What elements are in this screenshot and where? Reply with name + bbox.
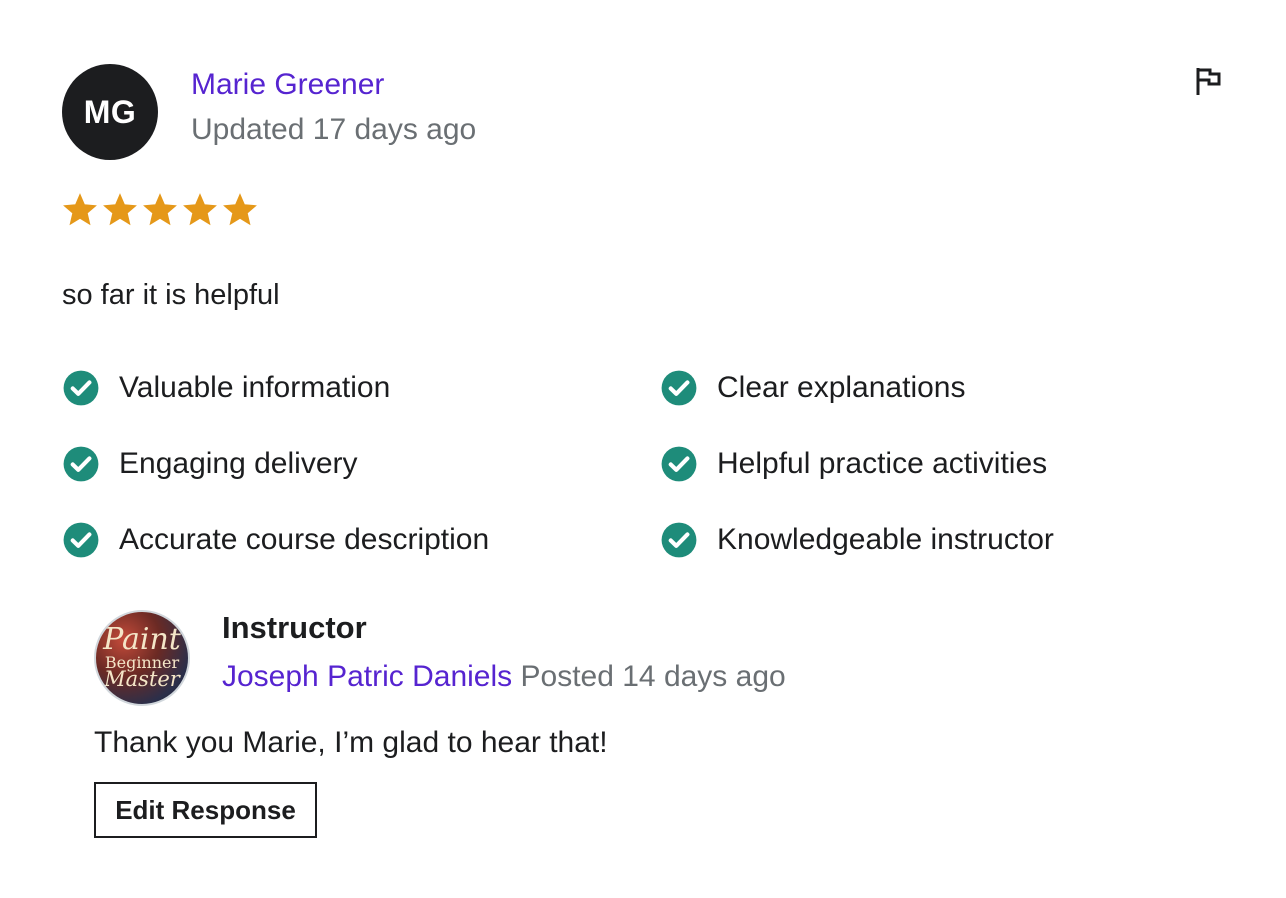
reviewer-name-link[interactable]: Marie Greener: [191, 68, 384, 102]
instructor-avatar: Paint Beginner Master: [94, 610, 190, 706]
responder-line: Joseph Patric Daniels Posted 14 days ago: [222, 660, 786, 694]
instructor-avatar-text-1: Paint: [103, 622, 181, 658]
star-rating: [62, 192, 258, 228]
flag-icon: [1196, 68, 1221, 95]
check-circle-icon: [63, 522, 99, 558]
review-tag: Helpful practice activities: [660, 442, 1047, 486]
review-tag: Engaging delivery: [62, 442, 358, 486]
review-date: Updated 17 days ago: [191, 113, 477, 146]
check-circle-icon: [63, 370, 99, 406]
edit-response-button[interactable]: Edit Response: [94, 782, 317, 838]
report-review-button[interactable]: [1190, 62, 1228, 100]
review-tag: Accurate course description: [62, 518, 489, 562]
review-tag: Clear explanations: [660, 366, 965, 410]
review-tag: Knowledgeable instructor: [660, 518, 1054, 562]
check-circle-icon: [661, 446, 697, 482]
star-icon: [63, 193, 97, 226]
check-circle-icon: [63, 446, 99, 482]
response-text: Thank you Marie, I’m glad to hear that!: [94, 726, 608, 759]
review-tag-label: Helpful practice activities: [717, 447, 1048, 480]
instructor-avatar-text-3: Master: [104, 666, 180, 691]
review-tag-label: Engaging delivery: [119, 447, 358, 480]
response-date: Posted 14 days ago: [520, 660, 786, 693]
avatar-initials: MG: [83, 93, 137, 130]
reviewer-avatar: MG: [62, 64, 158, 160]
review-text: so far it is helpful: [62, 279, 280, 311]
review-tag-label: Knowledgeable instructor: [717, 523, 1054, 556]
review-tag-label: Valuable information: [119, 371, 391, 404]
star-icon: [183, 193, 217, 226]
star-icon: [223, 193, 257, 226]
check-circle-icon: [661, 370, 697, 406]
review-tag-label: Accurate course description: [119, 523, 490, 556]
review-tag-label: Clear explanations: [717, 371, 966, 404]
instructor-label: Instructor: [222, 610, 367, 645]
star-icon: [143, 193, 177, 226]
responder-name-link[interactable]: Joseph Patric Daniels: [222, 660, 512, 693]
review-tag: Valuable information: [62, 366, 390, 410]
check-circle-icon: [661, 522, 697, 558]
star-icon: [103, 193, 137, 226]
